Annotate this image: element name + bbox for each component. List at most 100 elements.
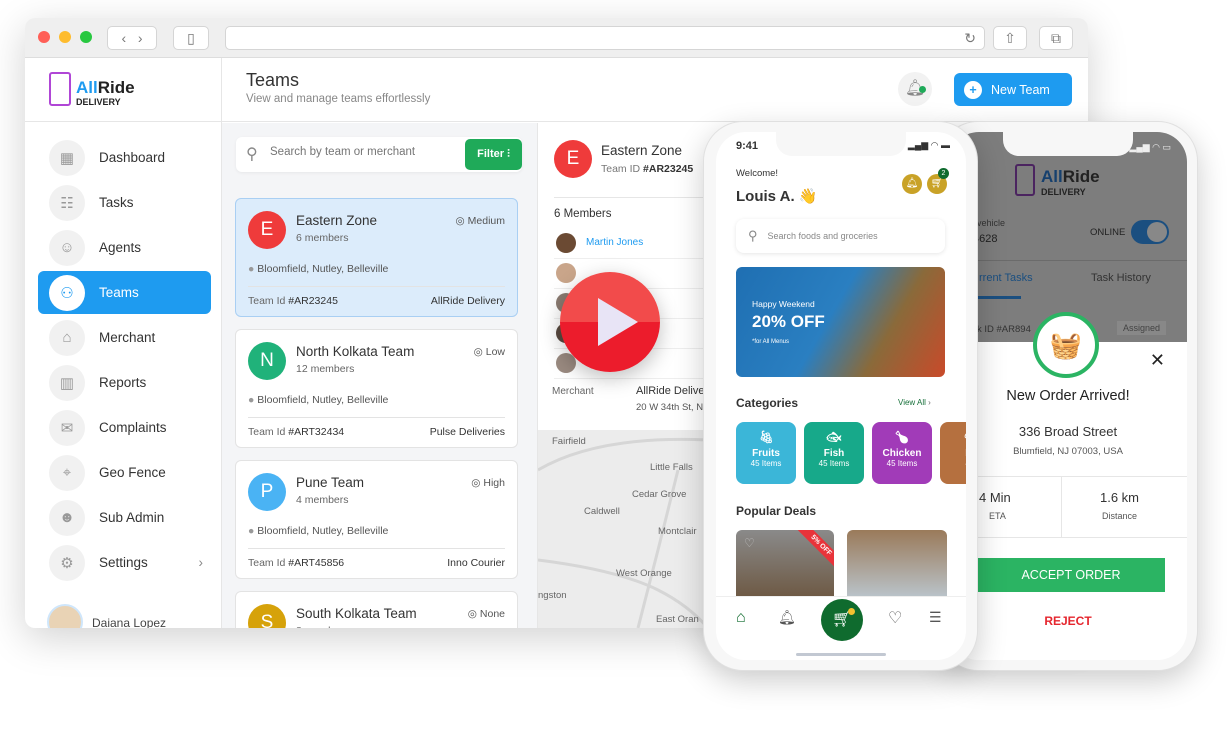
team-priority: ◎ None [468, 608, 505, 620]
favorites-icon[interactable]: ♡ [888, 608, 902, 628]
sidebar-item-reports[interactable]: ▥ Reports [38, 361, 211, 404]
orders-list-icon[interactable]: ☰ [929, 609, 942, 626]
complaints-icon: ✉ [49, 409, 85, 446]
minimize-window-button[interactable] [59, 31, 71, 43]
deals-title: Popular Deals [736, 504, 817, 518]
merchant-address: 20 W 34th St, N [636, 402, 704, 413]
tabs-icon[interactable]: ⧉ [1039, 26, 1073, 50]
category-count: 45 Items [750, 459, 782, 468]
notifications-bell-icon[interactable]: 🔔︎ [898, 72, 932, 106]
new-team-button[interactable]: + New Team [954, 73, 1072, 106]
sidebar-item-complaints[interactable]: ✉ Complaints [38, 406, 211, 449]
members-title: 6 Members [554, 208, 612, 220]
bottom-nav: ⌂ 🔔︎ 🛒︎ ♡ ☰ [716, 596, 966, 660]
category-pi[interactable]: 🍕︎ Pi45 [940, 422, 966, 484]
user-avatar[interactable] [47, 604, 83, 628]
team-avatar: N [248, 342, 286, 380]
plus-icon: + [964, 80, 982, 99]
sidebar-item-label: Settings [99, 555, 148, 570]
search-icon: ⚲ [748, 228, 758, 243]
merchant-icon: ⌂ [49, 319, 85, 356]
deal-card-fish[interactable] [847, 530, 947, 596]
sidebar-item-teams[interactable]: ⚇ Teams [38, 271, 211, 314]
geo-fence-icon: ⌖ [49, 454, 85, 491]
maximize-window-button[interactable] [80, 31, 92, 43]
view-all-link[interactable]: View All › [898, 398, 931, 407]
banner-headline: 20% OFF [752, 312, 825, 331]
category-fruits[interactable]: 🍇︎ Fruits 45 Items [736, 422, 796, 484]
online-toggle[interactable] [1131, 220, 1169, 244]
accept-order-button[interactable]: ACCEPT ORDER [977, 558, 1165, 592]
filter-button[interactable]: Filter ⫶ [465, 139, 522, 170]
category-chicken[interactable]: 🍗︎ Chicken 45 Items [872, 422, 932, 484]
categories-title: Categories [736, 396, 799, 410]
food-search-input[interactable]: ⚲ Search foods and groceries [736, 219, 945, 253]
tab-current-tasks[interactable]: rrent Tasks [979, 272, 1033, 284]
play-video-button[interactable] [560, 272, 660, 372]
home-icon[interactable]: ⌂ [736, 609, 746, 627]
close-icon[interactable]: ✕ [1150, 350, 1165, 371]
cart-fab-button[interactable]: 🛒︎ [821, 599, 863, 641]
category-name: Fish [823, 448, 845, 459]
map-place-label: West Orange [616, 568, 672, 579]
modal-title: New Order Arrived! [1006, 388, 1130, 404]
close-window-button[interactable] [38, 31, 50, 43]
search-input[interactable] [270, 146, 460, 158]
category-icon: 🐟︎ [826, 430, 842, 444]
team-card[interactable]: N North Kolkata Team 12 members ◎ Low ● B… [235, 329, 518, 448]
deal-card-chicken[interactable]: 5% OFF ♡ [736, 530, 834, 596]
merchant-label: Merchant [552, 386, 594, 397]
team-card[interactable]: S South Kolkata Team 8 members ◎ None [235, 591, 518, 628]
gift-logo-icon [49, 72, 71, 106]
bell-icon[interactable]: 🔔︎ [778, 609, 796, 626]
team-priority: ◎ Low [474, 346, 505, 358]
sidebar-item-agents[interactable]: ☺ Agents [38, 226, 211, 269]
sidebar-item-geo-fence[interactable]: ⌖ Geo Fence [38, 451, 211, 494]
sidebar-toggle-icon[interactable]: ▯ [173, 26, 209, 50]
page-header: Teams View and manage teams effortlessly… [222, 58, 1088, 122]
eta-value: 4 Min [979, 490, 1011, 505]
category-fish[interactable]: 🐟︎ Fish 45 Items [804, 422, 864, 484]
filter-label: Filter [477, 148, 505, 160]
team-merchant: Pulse Deliveries [429, 426, 505, 438]
customer-phone: 9:41 ▂▄▆ ◠ ▬ Welcome! Louis A. 👋 🔔︎ 🛒︎ 2… [703, 121, 978, 671]
sidebar-item-tasks[interactable]: ☷ Tasks [38, 181, 211, 224]
notification-dot [919, 86, 926, 93]
target-icon: ◎ [471, 477, 481, 489]
team-avatar: E [248, 211, 286, 249]
team-card[interactable]: E Eastern Zone 6 members ◎ Medium ● Bloom… [235, 198, 518, 317]
sidebar-item-sub-admin[interactable]: ☻ Sub Admin [38, 496, 211, 539]
team-location: ● Bloomfield, Nutley, Belleville [248, 263, 388, 275]
sidebar-item-settings[interactable]: ⚙ Settings › [38, 541, 211, 584]
reject-button[interactable]: REJECT [949, 614, 1187, 628]
address-bar[interactable]: ↻ [225, 26, 985, 50]
map[interactable]: Fairfield Little Falls Cedar Grove Caldwell… [538, 430, 718, 628]
sidebar-item-merchant[interactable]: ⌂ Merchant [38, 316, 211, 359]
back-forward-buttons[interactable]: ‹ › [107, 26, 157, 50]
forward-icon[interactable]: › [138, 30, 143, 46]
team-card[interactable]: P Pune Team 4 members ◎ High ● Bloomfield… [235, 460, 518, 579]
target-icon: ◎ [455, 215, 465, 227]
member-name[interactable]: Martin Jones [586, 237, 643, 248]
back-icon[interactable]: ‹ [121, 30, 126, 46]
location-label: Bloomfield, Nutley, Belleville [257, 525, 389, 537]
sidebar-item-dashboard[interactable]: ▦ Dashboard [38, 136, 211, 179]
category-count: 45 Items [818, 459, 850, 468]
team-detail-panel: E Eastern Zone Team ID #AR23245 6 Member… [538, 123, 718, 628]
reload-icon[interactable]: ↻ [964, 30, 976, 46]
brand-sub: DELIVERY [76, 97, 121, 107]
member-avatar [556, 233, 576, 253]
detail-avatar: E [554, 140, 592, 178]
heart-icon[interactable]: ♡ [744, 536, 755, 550]
team-list-panel: ⚲ Filter ⫶ E Eastern Zone 6 members ◎ Me… [222, 123, 538, 628]
share-icon[interactable]: ⇧ [993, 26, 1027, 50]
member-row[interactable]: Martin Jones [554, 231, 714, 259]
team-merchant: AllRide Delivery [430, 295, 505, 307]
map-place-label: Cedar Grove [632, 489, 687, 500]
priority-label: Medium [467, 215, 505, 227]
tab-task-history[interactable]: Task History [1091, 272, 1151, 284]
team-name: North Kolkata Team [296, 344, 415, 359]
promo-banner[interactable]: Happy Weekend 20% OFF *for All Menus [736, 267, 945, 377]
bell-icon[interactable]: 🔔︎ [902, 174, 922, 194]
chevron-right-icon: › [928, 398, 931, 407]
